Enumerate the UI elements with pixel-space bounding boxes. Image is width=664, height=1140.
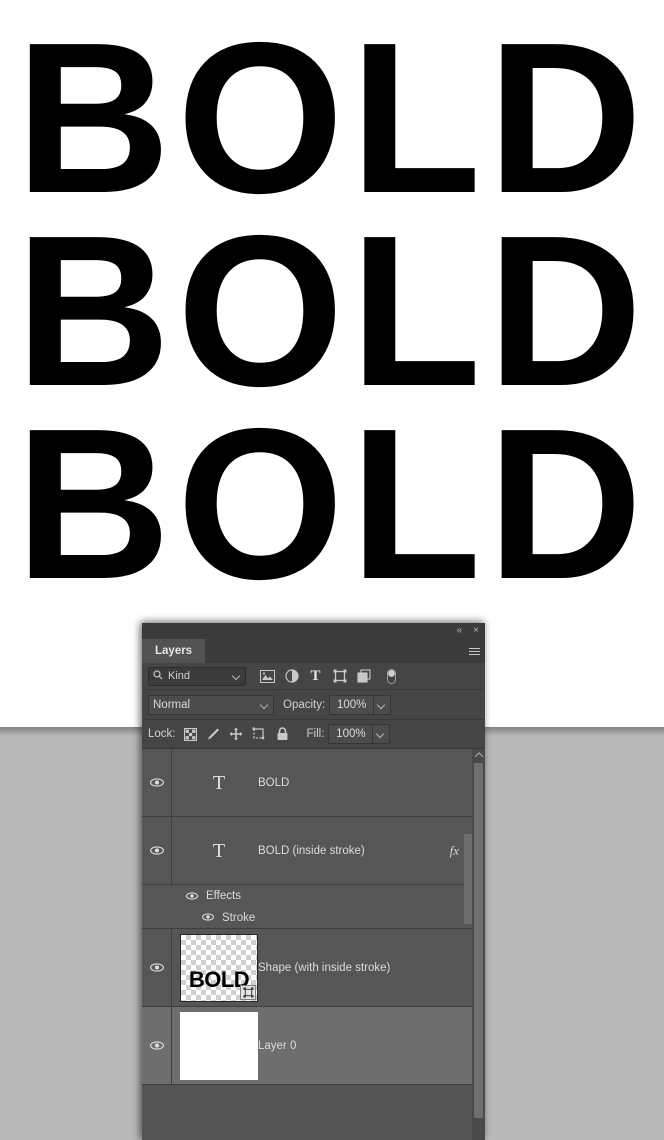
- chevron-down-icon: [233, 672, 241, 680]
- filter-enable-toggle-icon[interactable]: [384, 668, 399, 684]
- layer-list[interactable]: T BOLD T BOLD (inside stroke) fx Effects…: [142, 749, 485, 1140]
- effects-group-body[interactable]: Effects: [172, 890, 485, 902]
- panel-titlebar: « ×: [142, 623, 485, 639]
- panel-menu-icon[interactable]: [463, 639, 485, 663]
- layer-visibility-toggle[interactable]: [142, 749, 172, 816]
- eye-icon: [150, 1041, 164, 1050]
- layer-thumbnail[interactable]: [180, 1011, 258, 1080]
- eye-icon[interactable]: [202, 913, 215, 922]
- layer-effects-group[interactable]: Effects: [142, 885, 485, 907]
- lock-buttons: [183, 727, 290, 742]
- document-canvas[interactable]: BOLD BOLD BOLD: [0, 0, 664, 727]
- layer-name[interactable]: Layer 0: [258, 1040, 296, 1052]
- scrollbar-thumb[interactable]: [474, 763, 483, 1118]
- layer-effects-scrollbar[interactable]: [464, 834, 472, 924]
- shape-thumbnail[interactable]: BOLD: [180, 933, 258, 1002]
- layer-row-body[interactable]: T BOLD (inside stroke) fx: [172, 817, 485, 884]
- effect-item-body[interactable]: Stroke: [172, 912, 485, 924]
- filter-kind-value: Kind: [168, 670, 191, 682]
- effects-group-label: Effects: [206, 890, 241, 902]
- layer-name[interactable]: Shape (with inside stroke): [258, 962, 390, 974]
- lock-row: Lock: Fill: 100%: [142, 720, 485, 749]
- table-row[interactable]: T BOLD (inside stroke) fx: [142, 817, 485, 885]
- fill-input[interactable]: 100%: [328, 724, 374, 744]
- collapse-to-icons-icon[interactable]: «: [457, 626, 463, 636]
- chevron-down-icon: [378, 701, 386, 709]
- table-row[interactable]: T BOLD: [142, 749, 485, 817]
- filter-adjustment-layers-icon[interactable]: [284, 669, 299, 684]
- layers-panel[interactable]: « × Layers Kind T Normal Opacity: 100% L…: [142, 623, 485, 1140]
- panel-tabbar: Layers: [142, 639, 485, 663]
- filter-shape-layers-icon[interactable]: [332, 669, 347, 684]
- fill-stepper-icon[interactable]: [373, 724, 391, 744]
- photoshop-screen: BOLD BOLD BOLD « × Layers Kind T Normal …: [0, 0, 664, 1140]
- filter-kind-dropdown[interactable]: Kind: [148, 666, 246, 686]
- close-icon[interactable]: ×: [473, 626, 479, 636]
- layer-effects-fx-icon[interactable]: fx: [450, 843, 459, 859]
- layer-thumbnail[interactable]: BOLD: [180, 933, 258, 1002]
- type-t-icon: T: [212, 771, 226, 794]
- layer-row-body[interactable]: BOLD Shape (with inside stroke): [172, 929, 485, 1006]
- filter-type-buttons: T: [260, 668, 399, 684]
- blend-mode-value: Normal: [153, 698, 191, 711]
- table-row[interactable]: Layer 0: [142, 1007, 485, 1085]
- layer-thumbnail[interactable]: T: [180, 841, 258, 861]
- blend-mode-dropdown[interactable]: Normal: [148, 694, 274, 715]
- eye-icon[interactable]: [186, 891, 199, 901]
- layer-effect-item[interactable]: Stroke: [142, 907, 485, 929]
- opacity-stepper-icon[interactable]: [374, 694, 392, 715]
- lock-transparent-pixels-icon[interactable]: [183, 727, 198, 742]
- layer-row-body[interactable]: T BOLD: [172, 749, 485, 816]
- layer-name[interactable]: BOLD: [258, 777, 289, 789]
- opacity-label: Opacity:: [283, 698, 326, 711]
- lock-image-pixels-icon[interactable]: [206, 727, 221, 742]
- opacity-input[interactable]: 100%: [329, 694, 375, 715]
- filter-smart-objects-icon[interactable]: [356, 669, 371, 684]
- layer-list-scrollbar[interactable]: [472, 749, 485, 1140]
- eye-icon: [150, 963, 164, 972]
- filter-pixel-layers-icon[interactable]: [260, 669, 275, 684]
- pixel-thumbnail[interactable]: [180, 1011, 258, 1080]
- search-icon: [153, 669, 163, 683]
- vector-mask-badge-icon[interactable]: [240, 984, 256, 1000]
- tab-layers[interactable]: Layers: [142, 639, 206, 663]
- chevron-down-icon: [377, 730, 385, 738]
- layer-visibility-toggle[interactable]: [142, 1007, 172, 1084]
- eye-icon: [150, 846, 164, 855]
- effect-name: Stroke: [222, 911, 256, 924]
- fill-label: Fill:: [306, 728, 325, 740]
- table-row[interactable]: BOLD Shape (with inside stroke): [142, 929, 485, 1007]
- lock-all-icon[interactable]: [275, 727, 290, 742]
- layer-visibility-toggle[interactable]: [142, 817, 172, 884]
- type-t-icon: T: [212, 839, 226, 862]
- lock-artboard-nesting-icon[interactable]: [252, 727, 267, 742]
- filter-type-layers-icon[interactable]: T: [308, 668, 323, 684]
- scroll-up-icon[interactable]: [472, 749, 485, 761]
- lock-position-icon[interactable]: [229, 727, 244, 742]
- artwork-bold-line-3: BOLD: [15, 383, 649, 624]
- layer-row-body[interactable]: Layer 0: [172, 1007, 485, 1084]
- layer-filter-row: Kind T: [142, 663, 485, 690]
- layer-name[interactable]: BOLD (inside stroke): [258, 845, 365, 857]
- layer-thumbnail[interactable]: T: [180, 773, 258, 793]
- chevron-down-icon: [261, 701, 269, 709]
- layer-visibility-toggle[interactable]: [142, 929, 172, 1006]
- lock-label: Lock:: [148, 728, 176, 740]
- blend-mode-row: Normal Opacity: 100%: [142, 690, 485, 720]
- eye-icon: [150, 778, 164, 787]
